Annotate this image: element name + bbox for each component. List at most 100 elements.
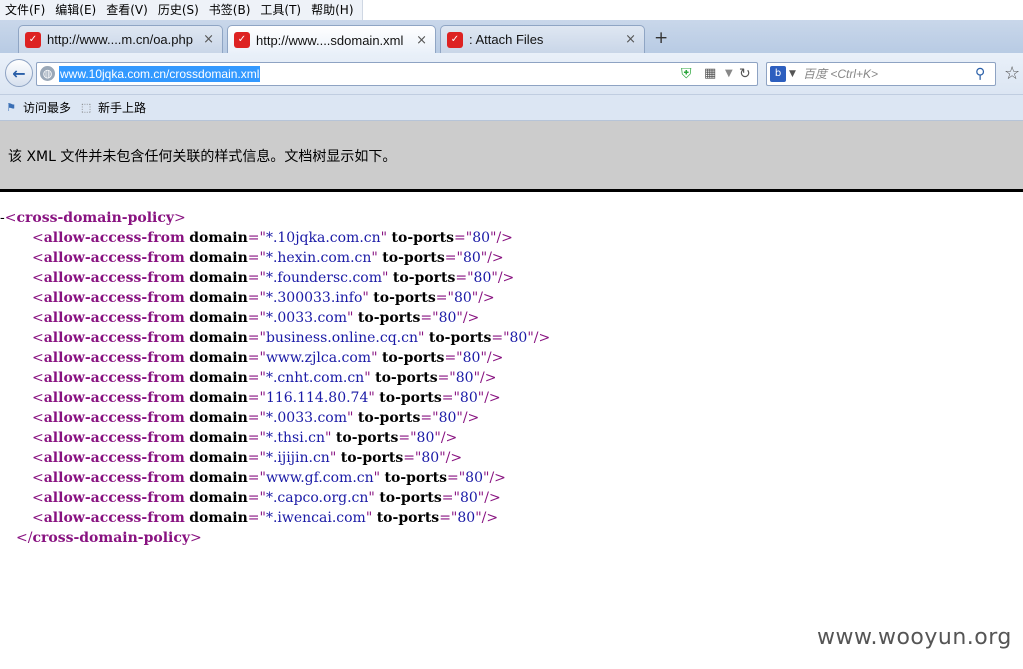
menu-history[interactable]: 历史(S) bbox=[153, 0, 204, 20]
url-text[interactable]: www.10jqka.com.cn/crossdomain.xml bbox=[59, 66, 261, 82]
xml-entry-row: <allow-access-from domain="business.onli… bbox=[0, 328, 550, 348]
xml-entry-row: <allow-access-from domain="*.foundersc.c… bbox=[0, 268, 550, 288]
qr-code-icon[interactable]: ▦ bbox=[704, 66, 716, 82]
search-icon[interactable]: ⚲ bbox=[975, 65, 985, 83]
xml-attribute-name: domain bbox=[189, 510, 248, 526]
xml-punctuation: =" bbox=[403, 450, 422, 466]
baidu-search-engine-icon[interactable]: b bbox=[770, 66, 786, 82]
tab-oa-php[interactable]: ✓ http://www....m.cn/oa.php × bbox=[18, 25, 223, 53]
xml-attribute-name: to-ports bbox=[379, 490, 442, 506]
xml-attribute-name: domain bbox=[189, 470, 248, 486]
xml-punctuation: "/> bbox=[483, 470, 506, 486]
tab-attach-files[interactable]: ✓ : Attach Files × bbox=[440, 25, 645, 53]
menu-help[interactable]: 帮助(H) bbox=[306, 0, 358, 20]
xml-attribute-name: to-ports bbox=[376, 510, 440, 526]
tab-title: http://www....sdomain.xml bbox=[256, 32, 404, 48]
search-bar[interactable]: b ▼ 百度 <Ctrl+K> ⚲ bbox=[766, 62, 996, 86]
chevron-down-icon[interactable]: ▼ bbox=[789, 66, 796, 82]
menu-tools[interactable]: 工具(T) bbox=[255, 0, 306, 20]
xml-tree: -<cross-domain-policy> <allow-access-fro… bbox=[0, 208, 550, 548]
bookmark-most-visited[interactable]: ⚑ 访问最多 bbox=[4, 99, 71, 116]
xml-punctuation: =" bbox=[439, 510, 458, 526]
reload-icon[interactable]: ↻ bbox=[739, 65, 751, 83]
xml-attribute-value: 80 bbox=[473, 270, 492, 286]
site-favicon-icon: ✓ bbox=[447, 31, 463, 48]
search-placeholder[interactable]: 百度 <Ctrl+K> bbox=[803, 66, 878, 82]
xml-attribute-value: *.0033.com bbox=[265, 310, 348, 326]
xml-punctuation: < bbox=[32, 370, 44, 386]
xml-punctuation: "/> bbox=[480, 250, 504, 266]
xml-entry-row: <allow-access-from domain="www.gf.com.cn… bbox=[0, 468, 550, 488]
xml-punctuation: =" bbox=[454, 230, 473, 246]
xml-attribute-value: 116.114.80.74 bbox=[265, 390, 369, 406]
xml-attribute-name: to-ports bbox=[340, 450, 404, 466]
xml-root-open: -<cross-domain-policy> bbox=[0, 210, 186, 226]
tab-crossdomain-xml[interactable]: ✓ http://www....sdomain.xml × bbox=[227, 25, 436, 54]
menu-view[interactable]: 查看(V) bbox=[101, 0, 153, 20]
xml-attribute-value: *.cnht.com.cn bbox=[265, 370, 365, 386]
globe-icon: ◍ bbox=[40, 66, 55, 81]
bookmark-getting-started[interactable]: ⬚ 新手上路 bbox=[79, 99, 146, 116]
url-dropdown-icon[interactable]: ▼ bbox=[725, 66, 733, 82]
close-tab-icon[interactable]: × bbox=[203, 32, 214, 47]
xml-attribute-value: *.0033.com bbox=[265, 410, 348, 426]
xml-attribute-value: business.online.cq.cn bbox=[265, 330, 418, 346]
xml-punctuation: "/> bbox=[490, 230, 513, 246]
xml-tag-name: allow-access-from bbox=[43, 450, 185, 466]
close-tab-icon[interactable]: × bbox=[416, 33, 427, 48]
xml-punctuation: =" bbox=[435, 290, 454, 306]
bookmark-star-icon[interactable]: ☆ bbox=[1004, 64, 1020, 84]
xml-punctuation: < bbox=[32, 510, 44, 526]
menu-bookmarks[interactable]: 书签(B) bbox=[204, 0, 256, 20]
address-bar[interactable]: ◍ www.10jqka.com.cn/crossdomain.xml ⛨ ▦ … bbox=[36, 62, 758, 86]
xml-punctuation: =" bbox=[247, 310, 266, 326]
menu-file[interactable]: 文件(F) bbox=[0, 0, 50, 20]
xml-attribute-name: to-ports bbox=[392, 270, 456, 286]
shield-check-icon[interactable]: ⛨ bbox=[681, 66, 695, 82]
xml-attribute-name: domain bbox=[189, 390, 248, 406]
xml-attribute-name: domain bbox=[189, 450, 248, 466]
xml-entry-row: <allow-access-from domain="116.114.80.74… bbox=[0, 388, 550, 408]
xml-punctuation: "/> bbox=[477, 490, 501, 506]
xml-punctuation: "/> bbox=[456, 310, 480, 326]
xml-punctuation: < bbox=[32, 230, 44, 246]
xml-attribute-value: 80 bbox=[472, 230, 491, 246]
xml-attribute-name: domain bbox=[189, 370, 248, 386]
xml-attribute-value: www.zjlca.com bbox=[265, 350, 372, 366]
xml-punctuation: "/> bbox=[475, 510, 499, 526]
xml-punctuation: =" bbox=[247, 230, 266, 246]
xml-punctuation: =" bbox=[441, 490, 460, 506]
xml-entry-row: <allow-access-from domain="*.iwencai.com… bbox=[0, 508, 550, 528]
xml-punctuation: "/> bbox=[473, 370, 497, 386]
xml-tag-name: allow-access-from bbox=[43, 430, 185, 446]
xml-punctuation: =" bbox=[247, 290, 266, 306]
xml-punctuation: =" bbox=[455, 270, 474, 286]
new-tab-button[interactable]: + bbox=[654, 28, 668, 48]
xml-entry-row: <allow-access-from domain="*.cnht.com.cn… bbox=[0, 368, 550, 388]
most-visited-icon: ⚑ bbox=[6, 100, 16, 114]
xml-punctuation: < bbox=[32, 290, 44, 306]
xml-entry-row: <allow-access-from domain="*.300033.info… bbox=[0, 288, 550, 308]
xml-attribute-value: 80 bbox=[509, 330, 528, 346]
back-arrow-icon: ← bbox=[12, 63, 26, 83]
xml-punctuation: < bbox=[32, 310, 44, 326]
xml-attribute-name: domain bbox=[189, 350, 248, 366]
xml-punctuation: < bbox=[32, 490, 44, 506]
menu-edit[interactable]: 编辑(E) bbox=[50, 0, 101, 20]
xml-punctuation: < bbox=[32, 330, 44, 346]
xml-attribute-name: domain bbox=[189, 410, 248, 426]
xml-punctuation: =" bbox=[247, 270, 266, 286]
xml-attribute-name: domain bbox=[189, 270, 248, 286]
xml-attribute-value: 80 bbox=[438, 310, 457, 326]
xml-tag-name: allow-access-from bbox=[43, 510, 185, 526]
xml-tag-name: allow-access-from bbox=[43, 290, 185, 306]
xml-punctuation: "/> bbox=[439, 450, 463, 466]
xml-entry-row: <allow-access-from domain="*.0033.com" t… bbox=[0, 408, 550, 428]
xml-attribute-value: 80 bbox=[459, 390, 478, 406]
back-button[interactable]: ← bbox=[5, 59, 33, 87]
xml-attribute-value: www.gf.com.cn bbox=[265, 470, 374, 486]
close-tab-icon[interactable]: × bbox=[625, 32, 636, 47]
xml-attribute-name: domain bbox=[189, 490, 248, 506]
xml-punctuation: =" bbox=[444, 250, 463, 266]
xml-entry-row: <allow-access-from domain="*.thsi.cn" to… bbox=[0, 428, 550, 448]
